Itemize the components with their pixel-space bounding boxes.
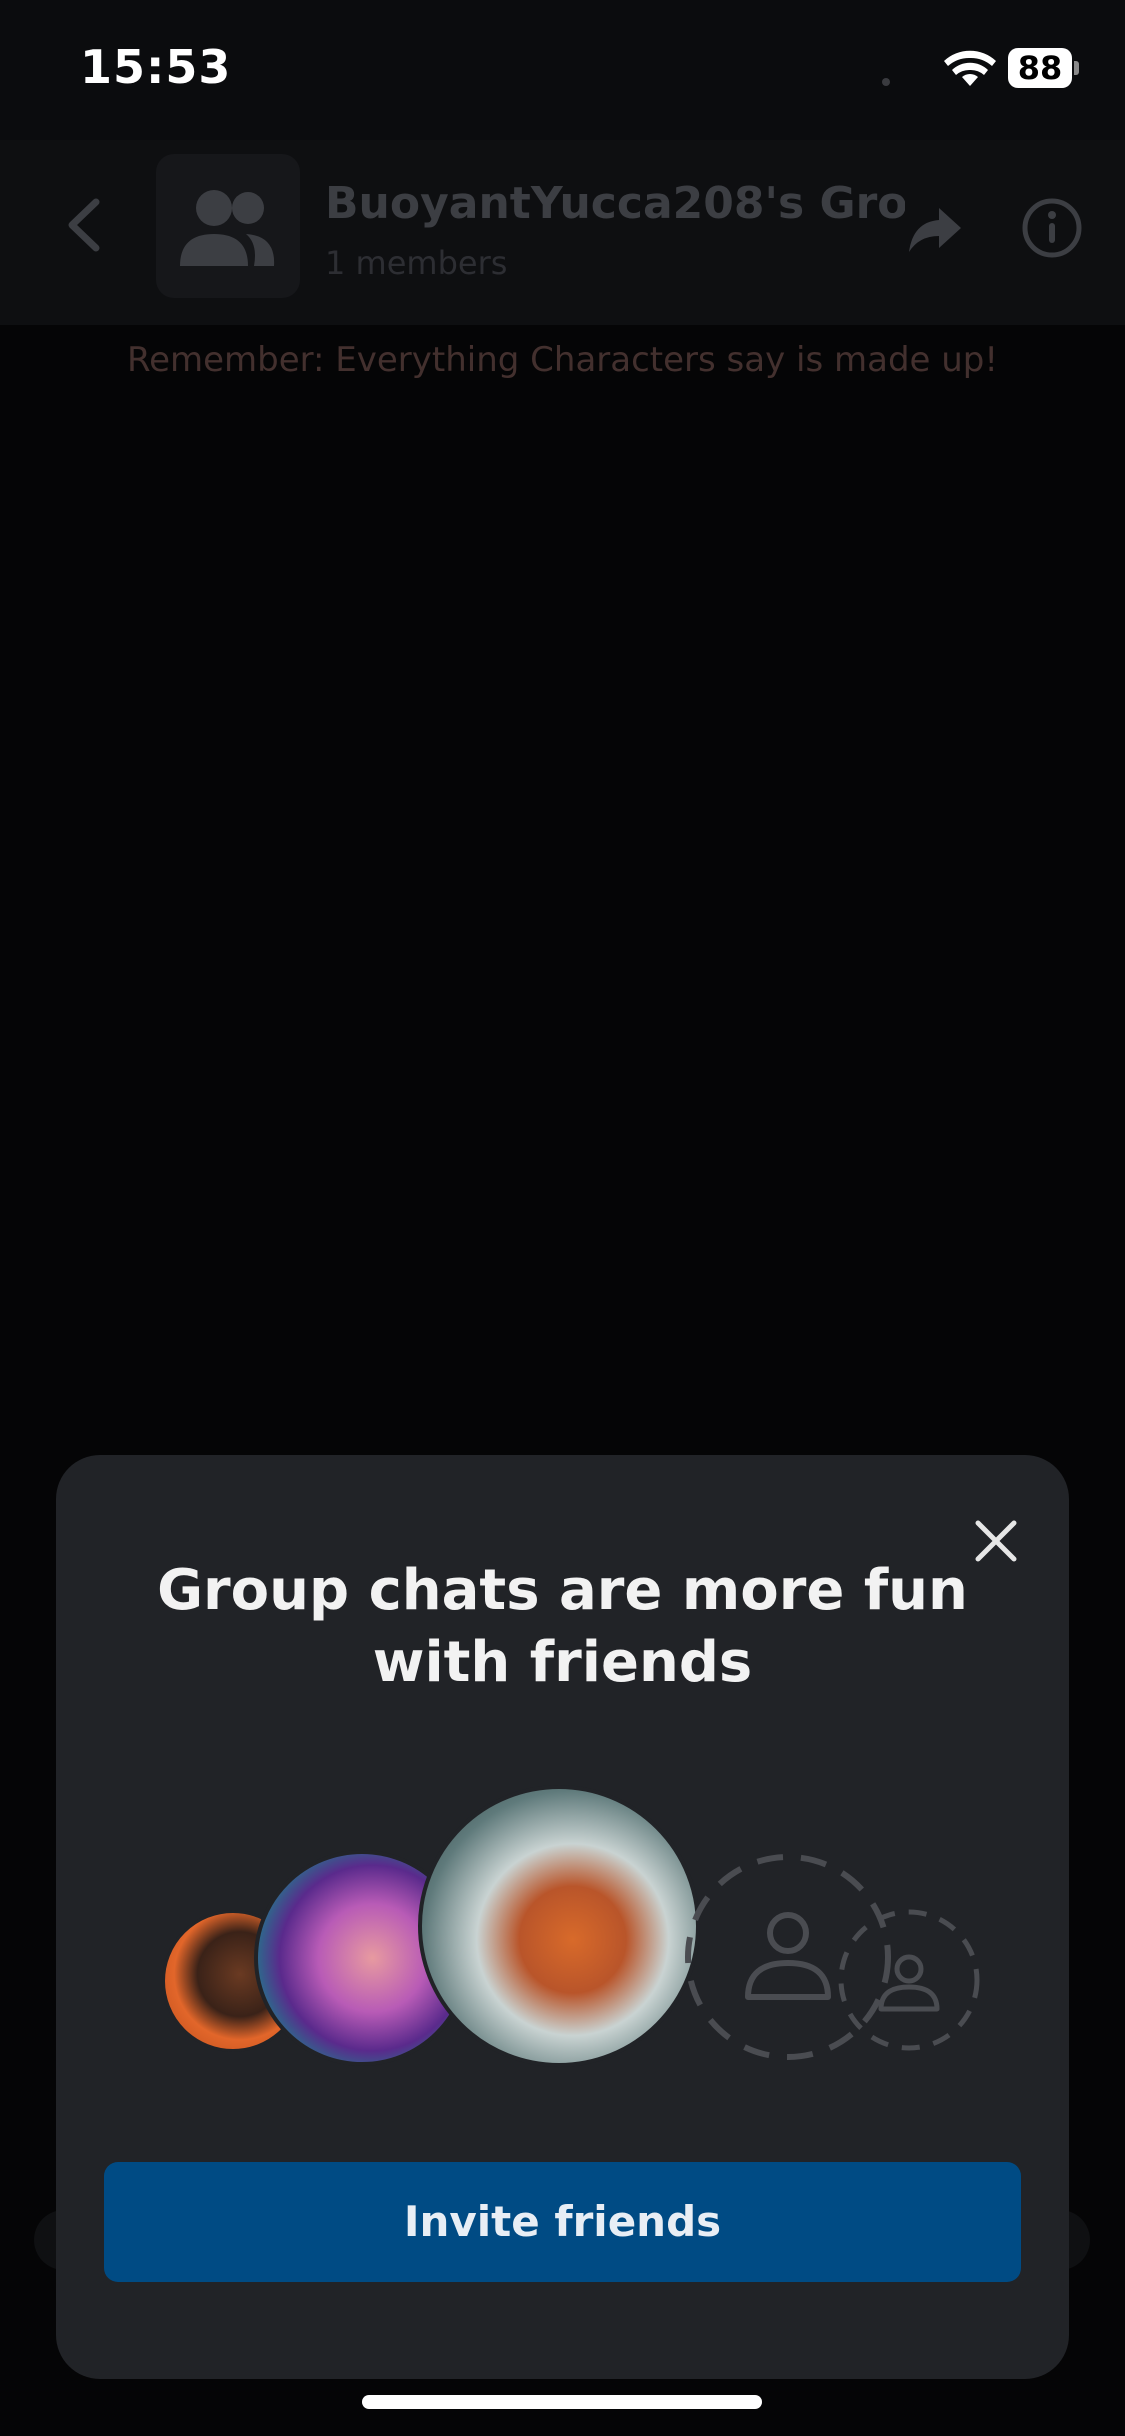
member-count: 1 members xyxy=(325,244,508,282)
character-avatar xyxy=(418,1785,700,2067)
group-icon xyxy=(180,190,275,266)
invite-friends-button[interactable]: Invite friends xyxy=(104,2162,1021,2282)
invite-modal: Group chats are more fun with friends In… xyxy=(56,1455,1069,2379)
group-avatar[interactable] xyxy=(156,154,300,298)
chevron-left-icon[interactable] xyxy=(58,190,108,260)
status-time: 15:53 xyxy=(80,40,232,94)
battery-level: 88 xyxy=(1008,48,1072,88)
battery-icon: 88 xyxy=(1008,48,1080,88)
share-icon[interactable] xyxy=(905,202,965,258)
status-bar: 15:53 88 xyxy=(0,0,1125,140)
info-icon[interactable] xyxy=(1020,196,1084,260)
chat-header: BuoyantYucca208's Group 1 members xyxy=(0,140,1125,325)
home-indicator xyxy=(362,2395,762,2409)
disclaimer-text: Remember: Everything Characters say is m… xyxy=(126,340,999,380)
wifi-icon xyxy=(944,50,996,86)
status-dot xyxy=(882,78,890,86)
group-title: BuoyantYucca208's Group xyxy=(325,178,905,229)
add-person-icon xyxy=(838,1909,980,2051)
